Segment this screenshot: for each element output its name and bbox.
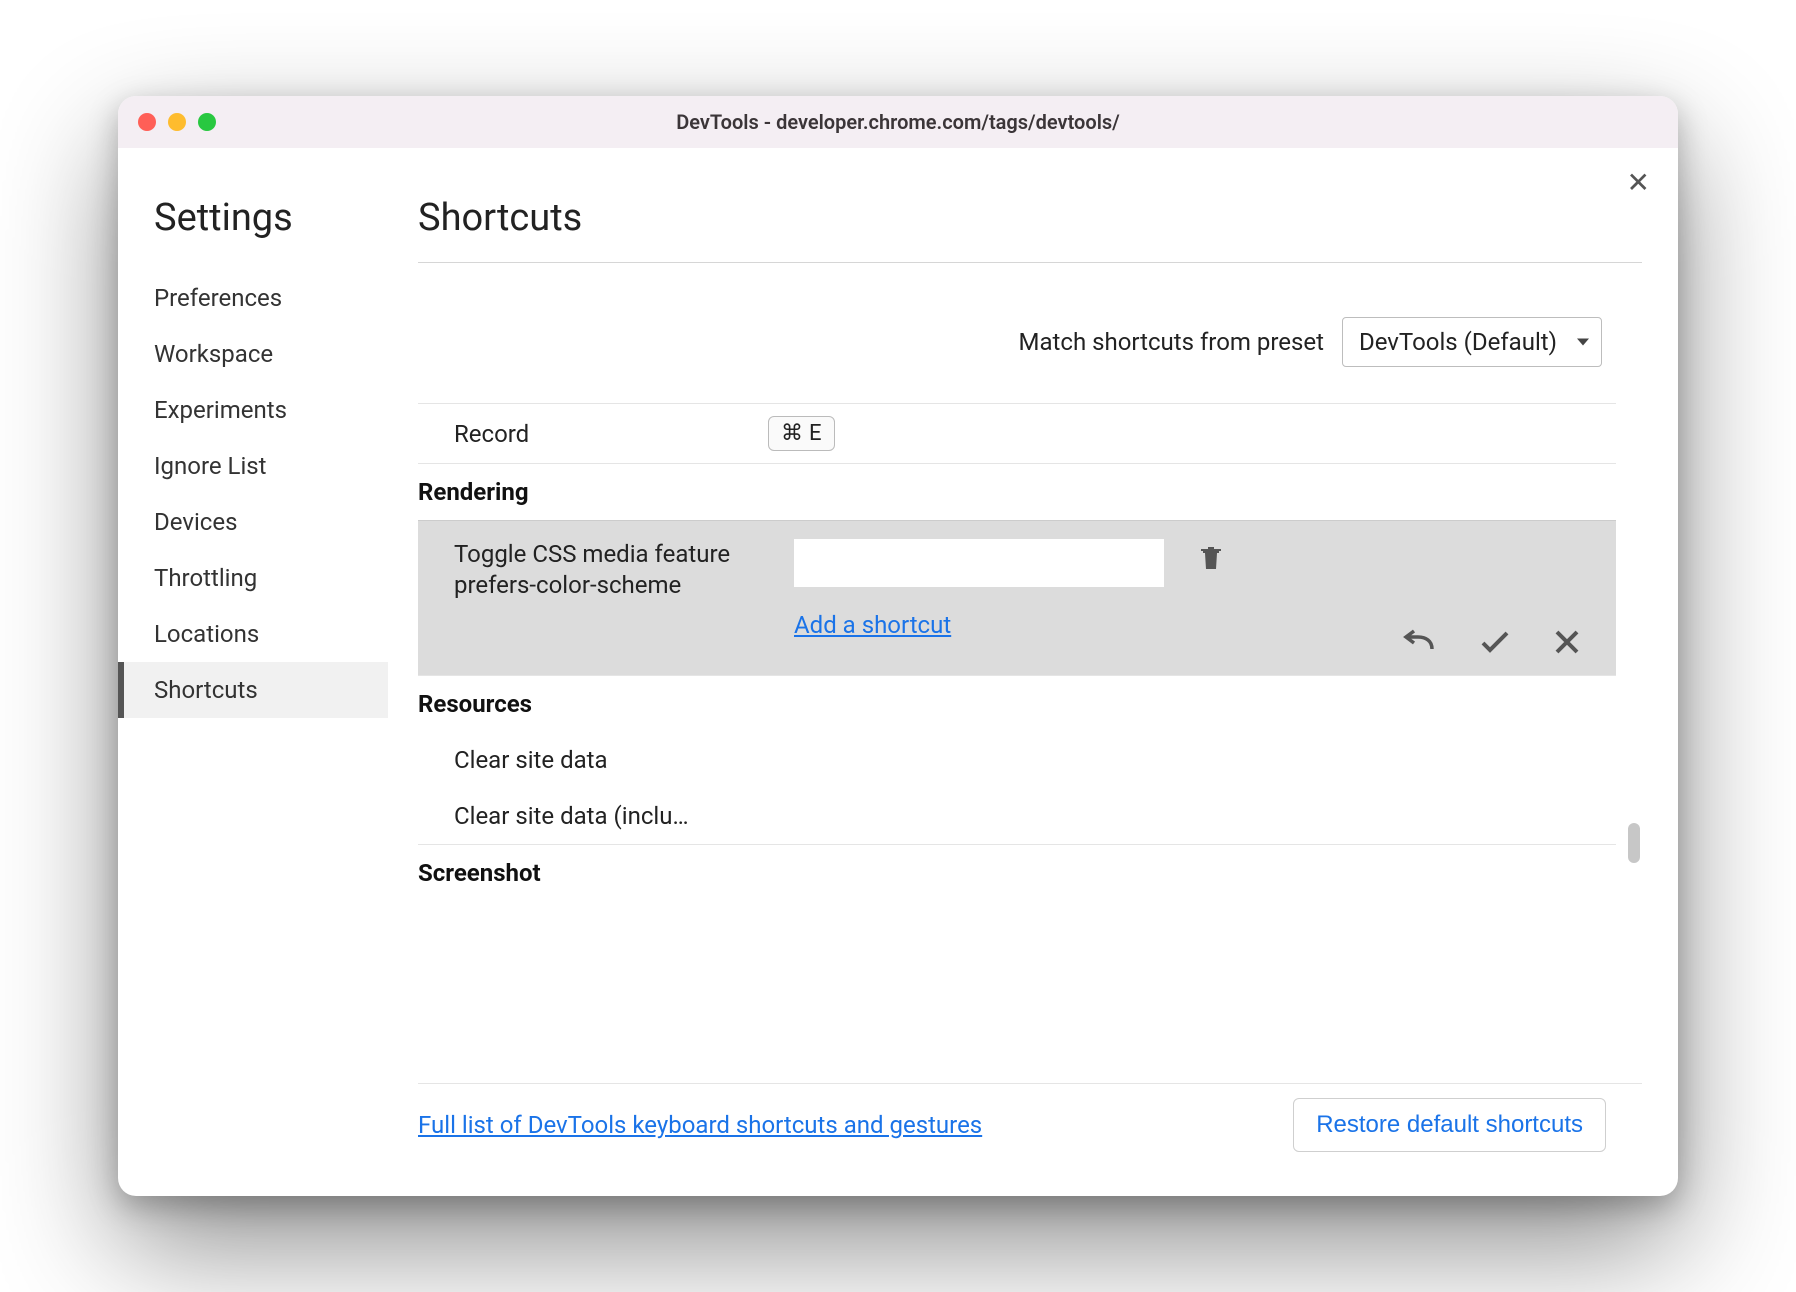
full-list-link[interactable]: Full list of DevTools keyboard shortcuts… xyxy=(418,1111,982,1139)
shortcuts-scroll-area: Record ⌘ E Rendering Toggle CSS media fe… xyxy=(418,403,1642,1075)
sidebar-item-shortcuts[interactable]: Shortcuts xyxy=(118,662,388,718)
confirm-button[interactable] xyxy=(1480,629,1510,655)
shortcut-input[interactable] xyxy=(794,539,1164,587)
sidebar-item-workspace[interactable]: Workspace xyxy=(118,326,388,382)
preset-select[interactable]: DevTools (Default) xyxy=(1342,317,1602,367)
minimize-window-button[interactable] xyxy=(168,113,186,131)
add-shortcut-link[interactable]: Add a shortcut xyxy=(794,611,951,639)
check-icon xyxy=(1480,629,1510,655)
close-icon xyxy=(1554,629,1580,655)
shortcut-row-record: Record ⌘ E xyxy=(418,403,1616,463)
shortcut-label-record: Record xyxy=(418,420,768,448)
sidebar-item-devices[interactable]: Devices xyxy=(118,494,388,550)
cancel-button[interactable] xyxy=(1554,629,1580,655)
titlebar: DevTools - developer.chrome.com/tags/dev… xyxy=(118,96,1678,148)
delete-shortcut-button[interactable] xyxy=(1200,545,1222,571)
shortcut-key-record: ⌘ E xyxy=(768,416,835,451)
sidebar-item-preferences[interactable]: Preferences xyxy=(118,270,388,326)
preset-select-value: DevTools (Default) xyxy=(1359,328,1557,356)
shortcut-edit-row: Toggle CSS media feature prefers-color-s… xyxy=(418,520,1616,675)
devtools-window: DevTools - developer.chrome.com/tags/dev… xyxy=(118,96,1678,1196)
shortcut-edit-name: Toggle CSS media feature prefers-color-s… xyxy=(454,539,774,601)
page-title: Shortcuts xyxy=(418,196,1642,263)
shortcut-row-clear-site-data: Clear site data xyxy=(418,732,1616,788)
window-title: DevTools - developer.chrome.com/tags/dev… xyxy=(118,110,1678,134)
sidebar-title: Settings xyxy=(118,196,388,240)
main-panel: ✕ Shortcuts Match shortcuts from preset … xyxy=(388,148,1678,1196)
traffic-lights xyxy=(138,113,216,131)
section-header-rendering: Rendering xyxy=(418,463,1616,520)
sidebar-item-experiments[interactable]: Experiments xyxy=(118,382,388,438)
content-area: Settings Preferences Workspace Experimen… xyxy=(118,148,1678,1196)
preset-row: Match shortcuts from preset DevTools (De… xyxy=(418,263,1642,403)
close-settings-button[interactable]: ✕ xyxy=(1627,166,1650,199)
key-modifier: ⌘ xyxy=(781,421,803,446)
settings-sidebar: Settings Preferences Workspace Experimen… xyxy=(118,148,388,1196)
key-letter: E xyxy=(809,421,822,446)
sidebar-item-throttling[interactable]: Throttling xyxy=(118,550,388,606)
chevron-down-icon xyxy=(1577,339,1589,346)
maximize-window-button[interactable] xyxy=(198,113,216,131)
shortcut-row-clear-site-data-including: Clear site data (inclu… xyxy=(418,788,1616,844)
preset-label: Match shortcuts from preset xyxy=(1019,328,1324,356)
restore-defaults-button[interactable]: Restore default shortcuts xyxy=(1293,1098,1606,1152)
footer: Full list of DevTools keyboard shortcuts… xyxy=(418,1083,1642,1176)
section-header-resources: Resources xyxy=(418,675,1616,732)
trash-icon xyxy=(1200,545,1222,571)
undo-icon xyxy=(1402,629,1436,655)
section-header-screenshot: Screenshot xyxy=(418,844,1616,901)
sidebar-item-locations[interactable]: Locations xyxy=(118,606,388,662)
undo-button[interactable] xyxy=(1402,629,1436,655)
edit-actions xyxy=(454,629,1588,655)
sidebar-item-ignore-list[interactable]: Ignore List xyxy=(118,438,388,494)
scrollbar-thumb[interactable] xyxy=(1628,823,1640,863)
close-window-button[interactable] xyxy=(138,113,156,131)
